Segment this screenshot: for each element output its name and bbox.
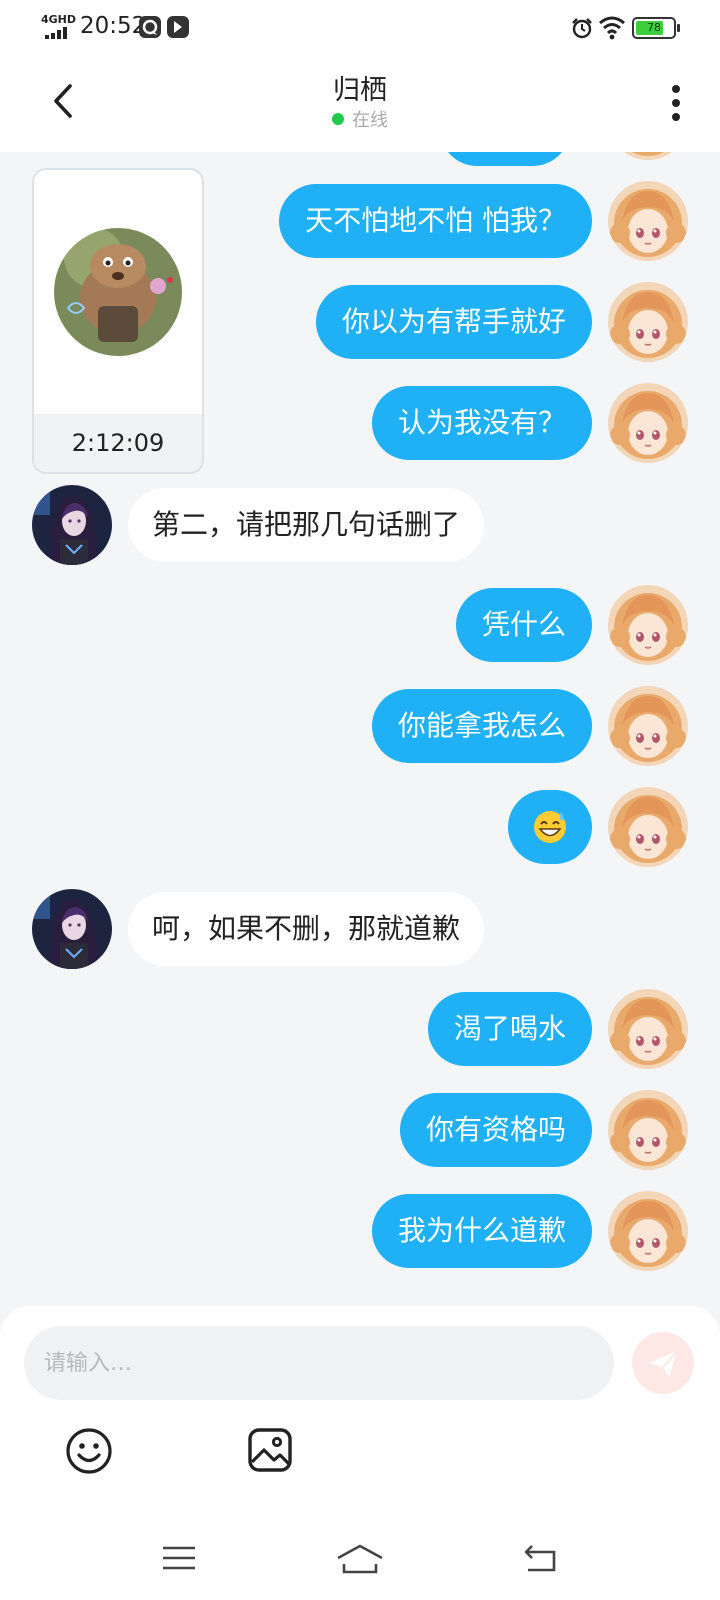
my-avatar[interactable]	[608, 383, 688, 463]
my-avatar[interactable]	[608, 282, 688, 362]
video-thumbnail	[54, 228, 182, 356]
message-bubble-sent[interactable]: 你能拿我怎么	[371, 689, 592, 763]
online-status: 在线	[0, 110, 720, 132]
contact-name: 归栖	[333, 75, 387, 106]
contact-avatar[interactable]	[32, 485, 112, 565]
message-bubble-received[interactable]: 第二，请把那几句话删了	[128, 488, 485, 562]
message-bubble-sent[interactable]: 你以为有帮手就好	[315, 285, 592, 359]
online-dot-icon	[332, 113, 344, 125]
app-notification-icon	[139, 16, 161, 38]
message-bubble-sent[interactable]: 凭什么	[455, 588, 592, 662]
video-message[interactable]: 2:12:09	[32, 168, 204, 474]
status-bar: 4GHD 20:52 78	[0, 0, 720, 56]
message-bubble-sent[interactable]	[508, 790, 592, 864]
my-avatar[interactable]	[608, 181, 688, 261]
my-avatar[interactable]	[608, 585, 688, 665]
menu-icon[interactable]	[157, 1538, 201, 1578]
message-list[interactable]: 2:12:09 天不怕地不怕 怕我？ 你以为有帮手就好 认为我没有？ 第二，请把…	[0, 152, 720, 1304]
signal-icon	[45, 27, 75, 39]
message-bubble-sent[interactable]: 我为什么道歉	[371, 1194, 592, 1268]
message-bubble-partial	[440, 152, 570, 166]
message-bubble-sent[interactable]: 你有资格吗	[399, 1093, 592, 1167]
home-icon[interactable]	[332, 1538, 388, 1578]
contact-avatar[interactable]	[32, 889, 112, 969]
image-icon[interactable]	[246, 1426, 294, 1474]
more-vertical-icon[interactable]	[656, 81, 696, 125]
app-notification-icon	[167, 16, 189, 38]
message-bubble-sent[interactable]: 渴了喝水	[427, 992, 592, 1066]
my-avatar[interactable]	[608, 686, 688, 766]
network-type: 4GHD	[41, 13, 77, 26]
my-avatar[interactable]	[608, 787, 688, 867]
battery-icon: 78	[632, 17, 680, 39]
alarm-icon	[572, 18, 592, 39]
message-bubble-received[interactable]: 呵，如果不删，那就道歉	[128, 892, 485, 966]
my-avatar[interactable]	[608, 1191, 688, 1271]
wifi-icon	[599, 16, 625, 40]
my-avatar[interactable]	[608, 989, 688, 1069]
message-input[interactable]	[24, 1326, 614, 1400]
message-bubble-sent[interactable]: 认为我没有？	[371, 386, 592, 460]
back-icon[interactable]	[518, 1538, 562, 1578]
online-status-label: 在线	[352, 110, 388, 131]
status-time: 20:52	[80, 13, 147, 39]
send-icon	[649, 1350, 678, 1377]
my-avatar[interactable]	[608, 1090, 688, 1170]
video-duration: 2:12:09	[34, 414, 202, 472]
chat-screen: 4GHD 20:52 78 归栖 在线 2:12:09 天不怕地不怕 怕我？ 你…	[0, 0, 720, 1600]
grinning-sweat-emoji-icon	[534, 811, 566, 843]
system-nav-bar	[0, 1520, 720, 1600]
chat-header: 归栖 在线	[0, 56, 720, 152]
my-avatar	[608, 152, 688, 160]
send-button[interactable]	[632, 1332, 694, 1394]
emoji-icon[interactable]	[64, 1426, 114, 1476]
battery-level: 78	[647, 21, 661, 34]
message-bubble-sent[interactable]: 天不怕地不怕 怕我？	[279, 184, 592, 258]
